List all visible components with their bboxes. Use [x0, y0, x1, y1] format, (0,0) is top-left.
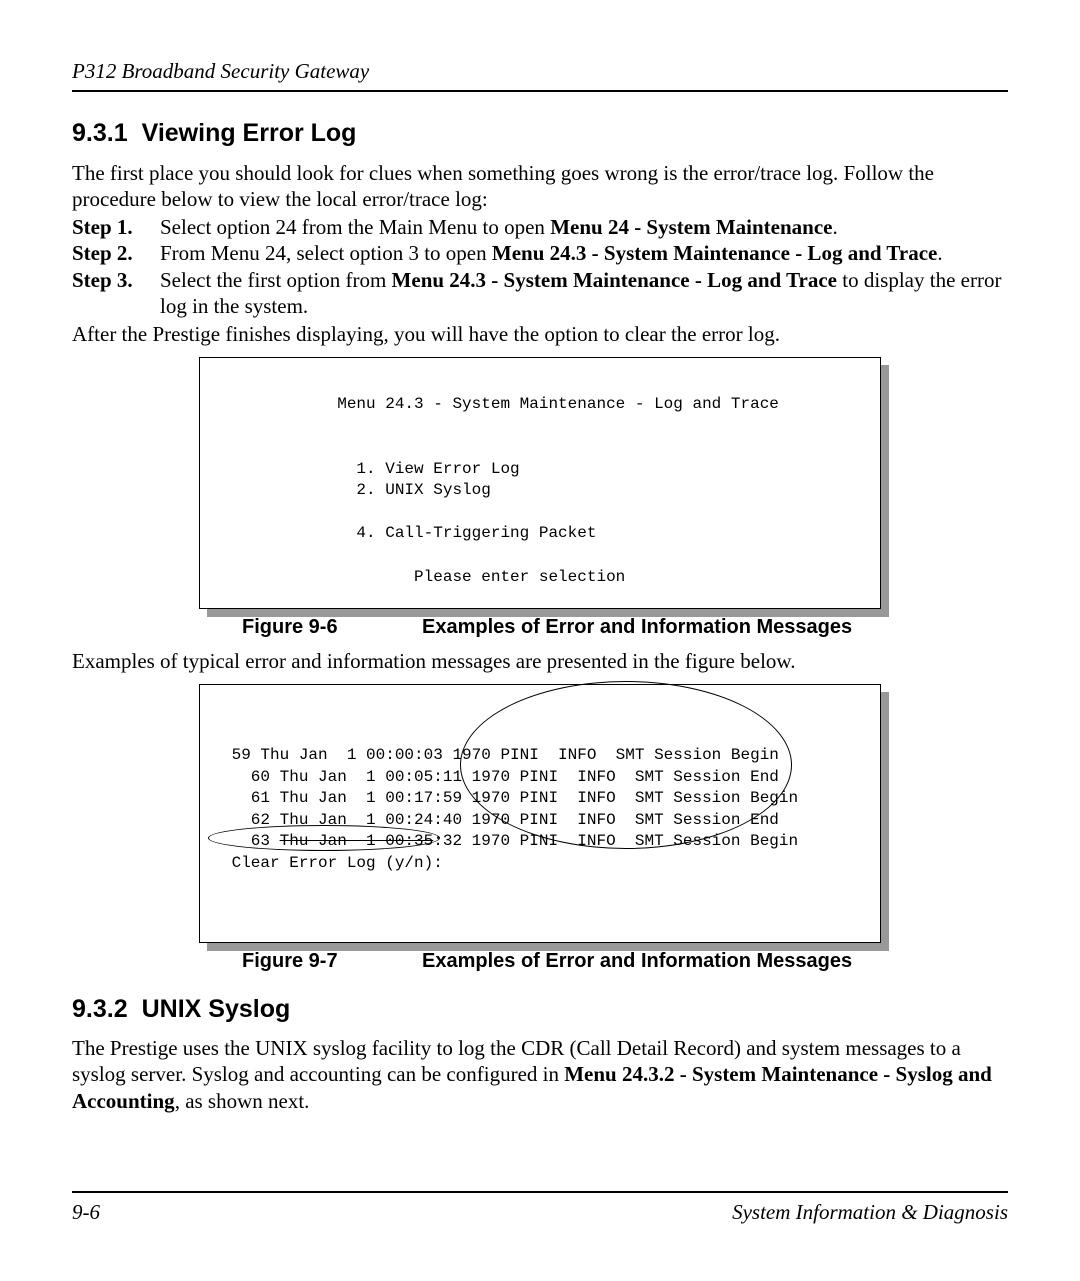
step-2: Step 2. From Menu 24, select option 3 to…: [72, 240, 1008, 266]
log-line-59: 59 Thu Jan 1 00:00:03 1970 PINI INFO SMT…: [222, 746, 779, 764]
clear-log-prompt: Clear Error Log (y/n):: [222, 854, 443, 872]
after-steps-paragraph: After the Prestige finishes displaying, …: [72, 321, 1008, 347]
step-text: Select the first option from Menu 24.3 -…: [160, 267, 1008, 320]
section-number: 9.3.2: [72, 994, 128, 1025]
figure-number: Figure 9-6: [242, 615, 422, 640]
header-title: P312 Broadband Security Gateway: [72, 59, 369, 83]
step-1: Step 1. Select option 24 from the Main M…: [72, 214, 1008, 240]
step-text: From Menu 24, select option 3 to open Me…: [160, 240, 1008, 266]
page-footer: 9-6 System Information & Diagnosis: [72, 1191, 1008, 1225]
figure-7-wrap: 59 Thu Jan 1 00:00:03 1970 PINI INFO SMT…: [72, 684, 1008, 942]
footer-section-title: System Information & Diagnosis: [732, 1199, 1008, 1225]
figure-caption-text: Examples of Error and Information Messag…: [422, 616, 852, 638]
step-label: Step 3.: [72, 267, 160, 320]
footer-rule: [72, 1191, 1008, 1193]
log-line-63-post: :32 1970 PINI INFO SMT Session Begin: [433, 832, 798, 850]
log-line-61: 61 Thu Jan 1 00:17:59 1970 PINI INFO SMT…: [222, 789, 798, 807]
intro-paragraph: The first place you should look for clue…: [72, 160, 1008, 213]
menu-prompt: Please enter selection: [222, 568, 625, 586]
log-line-63-strike: Thu Jan 1 00:35: [280, 832, 434, 850]
menu-title: Menu 24.3 - System Maintenance - Log and…: [222, 395, 779, 413]
log-line-63-pre: 63: [222, 832, 280, 850]
step-label: Step 2.: [72, 240, 160, 266]
section-heading-9-3-1: 9.3.1 Viewing Error Log: [72, 118, 1008, 149]
figure-7-caption: Figure 9-7Examples of Error and Informat…: [72, 949, 1008, 974]
figure-7-box: 59 Thu Jan 1 00:00:03 1970 PINI INFO SMT…: [199, 684, 881, 942]
figure-6-box: Menu 24.3 - System Maintenance - Log and…: [199, 357, 881, 609]
section-title: UNIX Syslog: [142, 995, 291, 1023]
section-heading-9-3-2: 9.3.2 UNIX Syslog: [72, 994, 1008, 1025]
between-figures-paragraph: Examples of typical error and informatio…: [72, 648, 1008, 674]
footer-page-number: 9-6: [72, 1199, 100, 1225]
section-title: Viewing Error Log: [142, 119, 357, 147]
log-line-62: 62 Thu Jan 1 00:24:40 1970 PINI INFO SMT…: [222, 811, 779, 829]
step-3: Step 3. Select the first option from Men…: [72, 267, 1008, 320]
figure-6-wrap: Menu 24.3 - System Maintenance - Log and…: [72, 357, 1008, 609]
log-line-60: 60 Thu Jan 1 00:05:11 1970 PINI INFO SMT…: [222, 768, 779, 786]
step-text: Select option 24 from the Main Menu to o…: [160, 214, 1008, 240]
figure-6-caption: Figure 9-6Examples of Error and Informat…: [72, 615, 1008, 640]
menu-option-1: 1. View Error Log: [222, 460, 520, 478]
steps-list: Step 1. Select option 24 from the Main M…: [72, 214, 1008, 319]
page-header: P312 Broadband Security Gateway: [72, 58, 1008, 92]
figure-caption-text: Examples of Error and Information Messag…: [422, 950, 852, 972]
menu-option-4: 4. Call-Triggering Packet: [222, 524, 596, 542]
section-number: 9.3.1: [72, 118, 128, 149]
step-label: Step 1.: [72, 214, 160, 240]
figure-number: Figure 9-7: [242, 949, 422, 974]
section-2-paragraph: The Prestige uses the UNIX syslog facili…: [72, 1035, 1008, 1114]
menu-option-2: 2. UNIX Syslog: [222, 481, 491, 499]
